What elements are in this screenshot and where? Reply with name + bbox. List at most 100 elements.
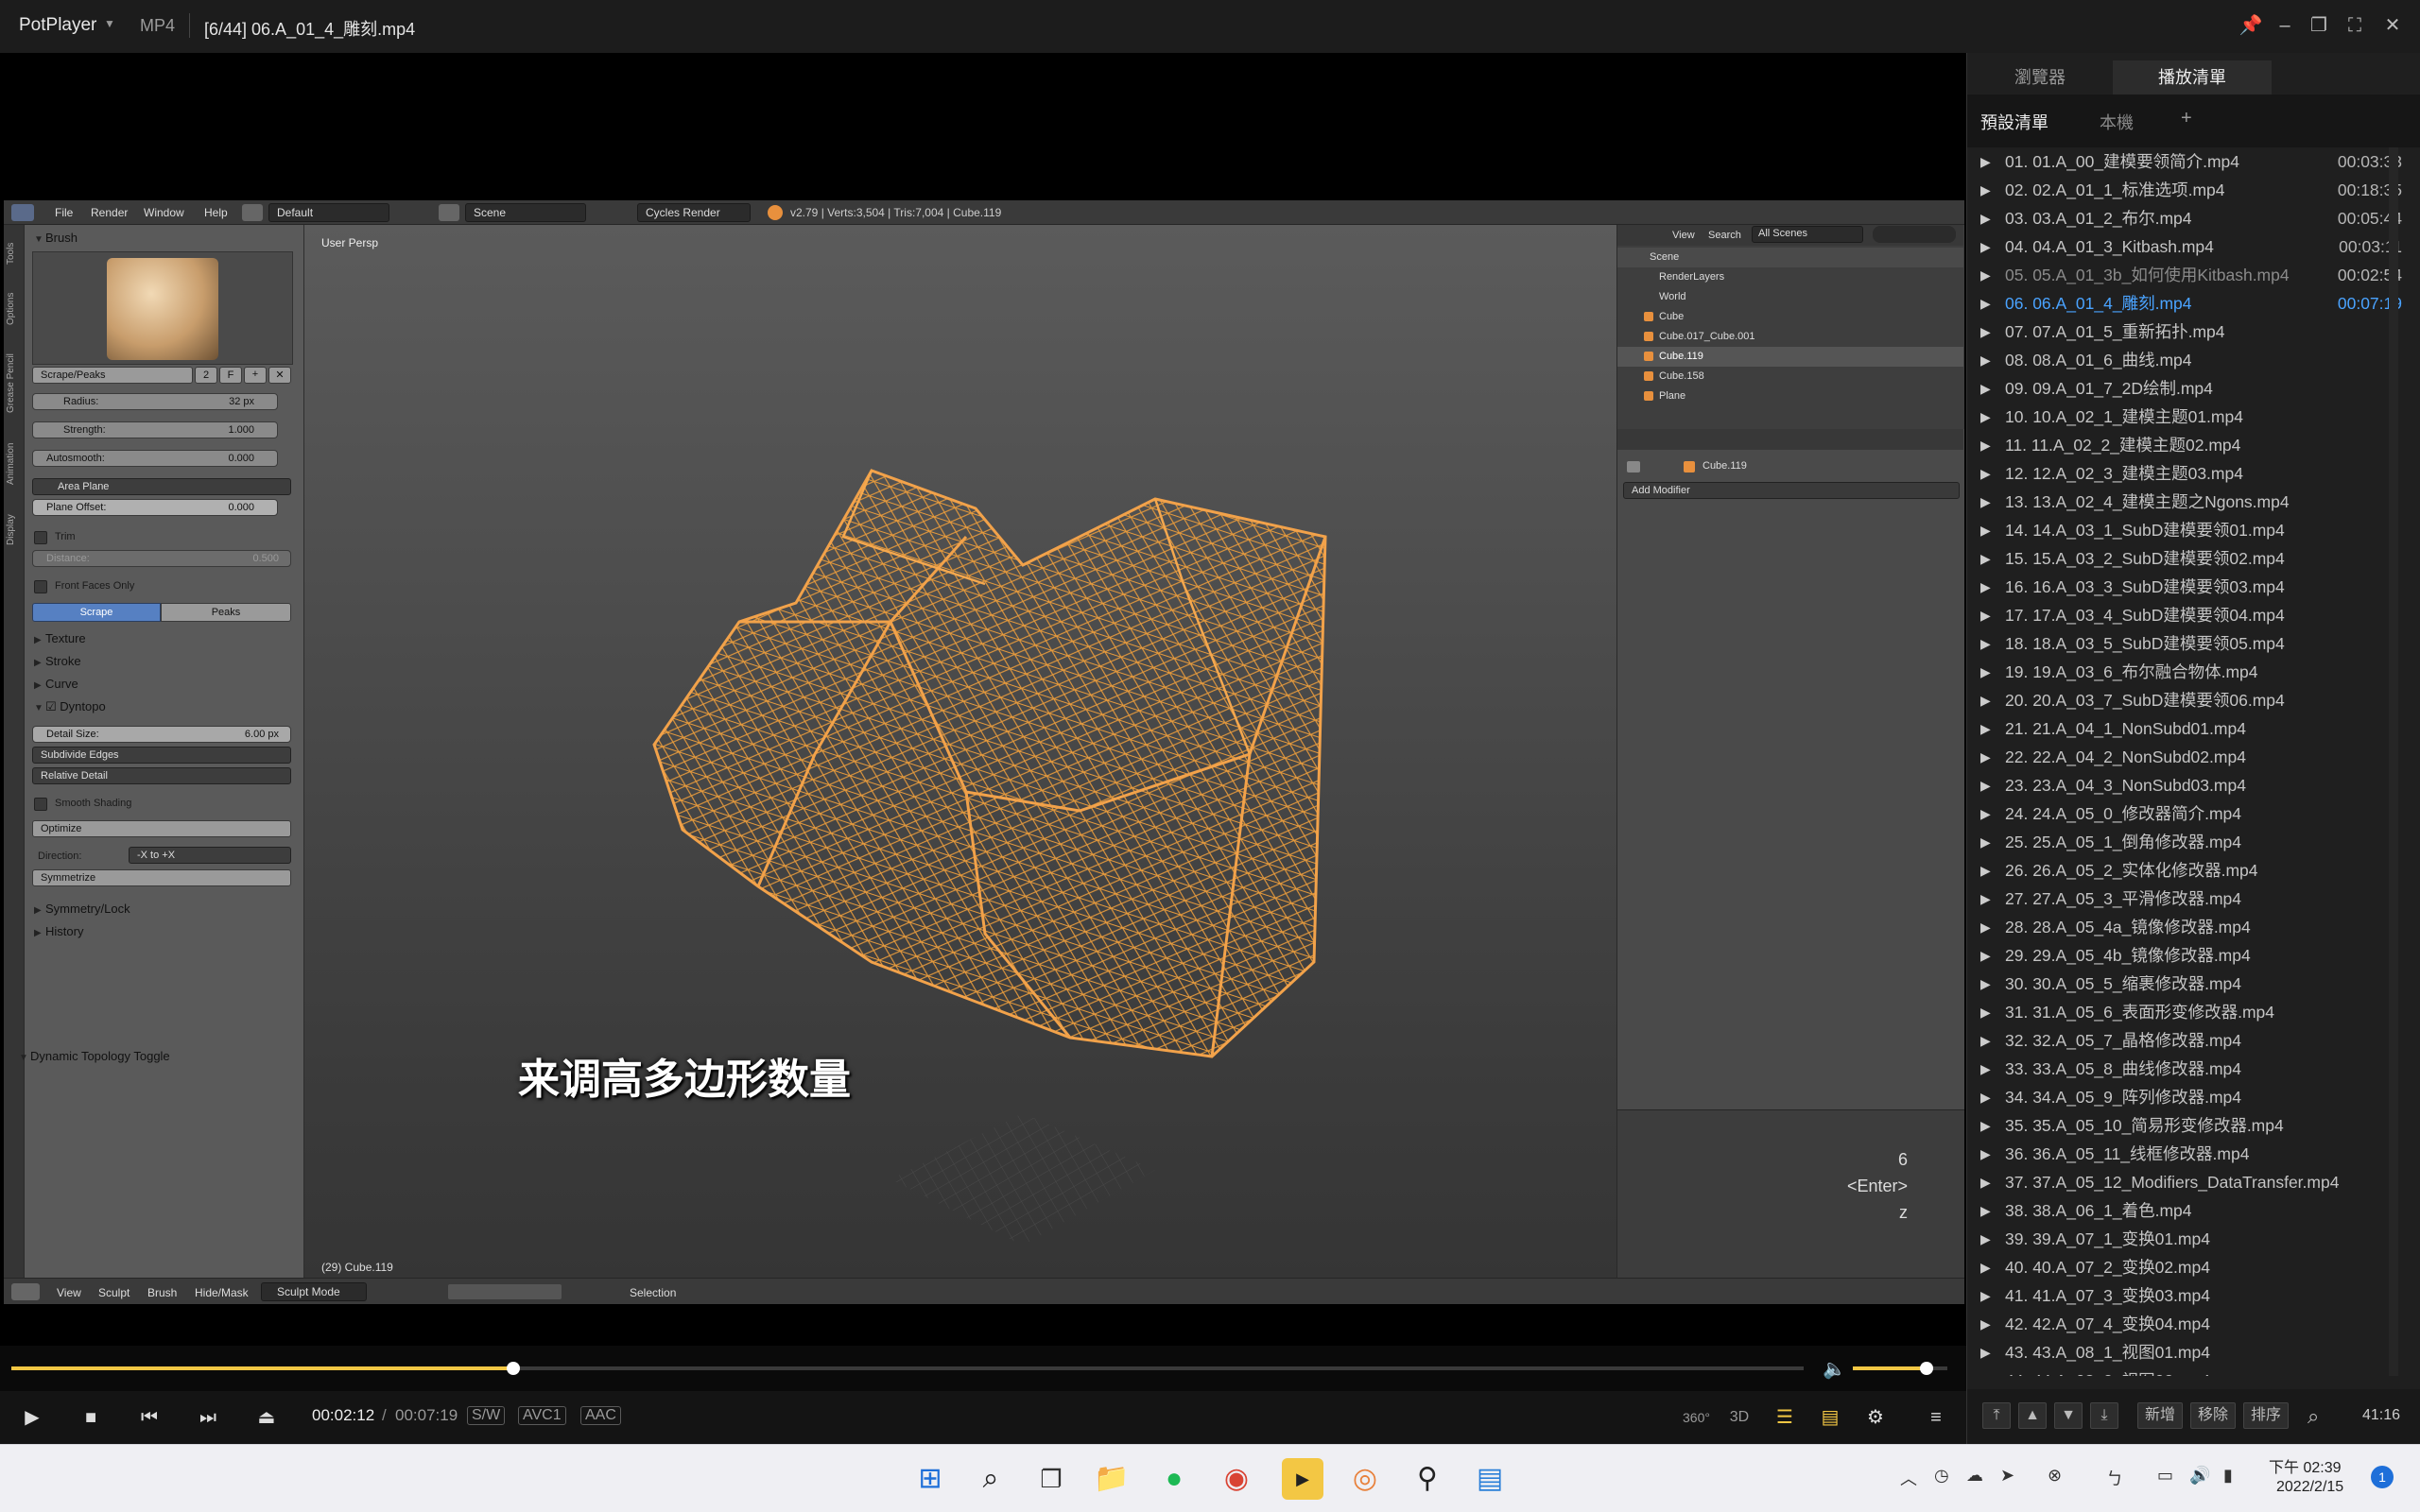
- chevron-down-icon[interactable]: ▼: [104, 17, 115, 30]
- playlist-item[interactable]: ▶ 12. 12.A_02_3_建模主题03.mp4: [1967, 459, 2402, 488]
- close-circle-icon[interactable]: ⊗: [2048, 1466, 2062, 1486]
- video-area[interactable]: File Render Window Help Default Scene Cy…: [0, 53, 1966, 1346]
- playlist-item[interactable]: ▶ 23. 23.A_04_3_NonSubd03.mp4: [1967, 771, 2402, 799]
- speaker-icon[interactable]: 🔊: [2189, 1466, 2210, 1486]
- clock-time[interactable]: 下午 02:39: [2269, 1454, 2342, 1477]
- move-top-icon[interactable]: ⤒: [1982, 1402, 2011, 1429]
- audio-codec-tag[interactable]: AAC: [580, 1406, 621, 1425]
- playlist-item[interactable]: ▶ 41. 41.A_07_3_变换03.mp4: [1967, 1281, 2402, 1310]
- playlist-item[interactable]: ▶ 11. 11.A_02_2_建模主题02.mp4: [1967, 431, 2402, 459]
- tab-default-list[interactable]: 預設清單: [1980, 110, 2048, 134]
- playlist-item[interactable]: ▶ 21. 21.A_04_1_NonSubd01.mp4: [1967, 714, 2402, 743]
- notepad-icon[interactable]: ▤: [1469, 1458, 1511, 1500]
- playlist-item[interactable]: ▶ 25. 25.A_05_1_倒角修改器.mp4: [1967, 828, 2402, 856]
- 3d-icon[interactable]: 3D: [1726, 1404, 1753, 1431]
- playlist-item[interactable]: ▶ 34. 34.A_05_9_阵列修改器.mp4: [1967, 1083, 2402, 1111]
- seek-handle[interactable]: [506, 1362, 520, 1375]
- fullscreen-button[interactable]: ⛶: [2339, 9, 2371, 42]
- search-icon[interactable]: ⌕: [970, 1458, 1011, 1500]
- play-icon[interactable]: ▶: [19, 1404, 45, 1431]
- playlist-item[interactable]: ▶ 08. 08.A_01_6_曲线.mp4: [1967, 346, 2402, 374]
- playlist-item[interactable]: ▶ 37. 37.A_05_12_Modifiers_DataTransfer.m…: [1967, 1168, 2402, 1196]
- playlist-item[interactable]: ▶ 29. 29.A_05_4b_镜像修改器.mp4: [1967, 941, 2402, 970]
- playlist-item[interactable]: ▶ 10. 10.A_02_1_建模主题01.mp4: [1967, 403, 2402, 431]
- gear-icon[interactable]: ⚙: [1862, 1404, 1889, 1431]
- potplayer-icon[interactable]: ▶: [1282, 1458, 1323, 1500]
- playlist-item[interactable]: ▶ 22. 22.A_04_2_NonSubd02.mp4: [1967, 743, 2402, 771]
- playlist-item[interactable]: ▶ 01. 01.A_00_建模要领简介.mp4 00:03:33: [1967, 147, 2402, 176]
- network-icon[interactable]: ▭: [2157, 1466, 2173, 1486]
- playlist-item[interactable]: ▶ 14. 14.A_03_1_SubD建模要领01.mp4: [1967, 516, 2402, 544]
- blender-icon[interactable]: ◎: [1344, 1458, 1386, 1500]
- sort-button[interactable]: 排序: [2243, 1402, 2289, 1429]
- file-explorer-icon[interactable]: 📁: [1091, 1458, 1132, 1500]
- video-codec-tag[interactable]: AVC1: [518, 1406, 566, 1425]
- move-bottom-icon[interactable]: ⤓: [2090, 1402, 2118, 1429]
- eject-icon[interactable]: ⏏: [253, 1404, 280, 1431]
- move-down-icon[interactable]: ▼: [2054, 1402, 2083, 1429]
- playlist-item[interactable]: ▶ 03. 03.A_01_2_布尔.mp4 00:05:44: [1967, 204, 2402, 232]
- tab-browser[interactable]: 瀏覽器: [1967, 60, 2113, 94]
- playlist-item[interactable]: ▶ 18. 18.A_03_5_SubD建模要领05.mp4: [1967, 629, 2402, 658]
- playlist-item[interactable]: ▶ 31. 31.A_05_6_表面形变修改器.mp4: [1967, 998, 2402, 1026]
- remove-button[interactable]: 移除: [2190, 1402, 2236, 1429]
- playlist-item[interactable]: ▶ 27. 27.A_05_3_平滑修改器.mp4: [1967, 885, 2402, 913]
- playlist-item[interactable]: ▶ 40. 40.A_07_2_变换02.mp4: [1967, 1253, 2402, 1281]
- playlist-item[interactable]: ▶ 30. 30.A_05_5_缩裹修改器.mp4: [1967, 970, 2402, 998]
- battery-icon[interactable]: ▮: [2223, 1466, 2233, 1486]
- playlist-item[interactable]: ▶ 24. 24.A_05_0_修改器简介.mp4: [1967, 799, 2402, 828]
- search-icon[interactable]: ⌕: [2308, 1404, 2319, 1429]
- playlist-item[interactable]: ▶ 32. 32.A_05_7_晶格修改器.mp4: [1967, 1026, 2402, 1055]
- menu-icon[interactable]: ≡: [1923, 1404, 1949, 1431]
- clock-date[interactable]: 2022/2/15: [2276, 1479, 2343, 1496]
- equalizer-search-icon[interactable]: ☰: [1772, 1404, 1798, 1431]
- task-view-icon[interactable]: ❐: [1030, 1458, 1072, 1500]
- playlist-item[interactable]: ▶ 15. 15.A_03_2_SubD建模要领02.mp4: [1967, 544, 2402, 573]
- playlist-item[interactable]: ▶ 38. 38.A_06_1_着色.mp4: [1967, 1196, 2402, 1225]
- current-time[interactable]: 00:02:12: [312, 1406, 374, 1425]
- playlist-item[interactable]: ▶ 26. 26.A_05_2_实体化修改器.mp4: [1967, 856, 2402, 885]
- chrome-icon[interactable]: ◉: [1216, 1458, 1257, 1500]
- playlist-item[interactable]: ▶ 09. 09.A_01_7_2D绘制.mp4: [1967, 374, 2402, 403]
- playlist-item[interactable]: ▶ 17. 17.A_03_4_SubD建模要领04.mp4: [1967, 601, 2402, 629]
- playlist-scrollbar[interactable]: [2389, 147, 2398, 1376]
- add-tab-button[interactable]: +: [2181, 108, 2192, 129]
- sw-decoder-tag[interactable]: S/W: [467, 1406, 506, 1425]
- navigation-icon[interactable]: ➤: [2000, 1466, 2014, 1486]
- playlist-item[interactable]: ▶ 02. 02.A_01_1_标准选项.mp4 00:18:35: [1967, 176, 2402, 204]
- playlist-item[interactable]: ▶ 05. 05.A_01_3b_如何使用Kitbash.mp4 00:02:54: [1967, 261, 2402, 289]
- playlist-item[interactable]: ▶ 33. 33.A_05_8_曲线修改器.mp4: [1967, 1055, 2402, 1083]
- sync-icon[interactable]: ◷: [1934, 1466, 1949, 1486]
- tab-playlist[interactable]: 播放清單: [2113, 60, 2272, 94]
- ime-icon[interactable]: ㄅ: [2106, 1466, 2123, 1490]
- playlist-item[interactable]: ▶ 16. 16.A_03_3_SubD建模要领03.mp4: [1967, 573, 2402, 601]
- playlist-item[interactable]: ▶ 20. 20.A_03_7_SubD建模要领06.mp4: [1967, 686, 2402, 714]
- playlist-item[interactable]: ▶ 04. 04.A_01_3_Kitbash.mp4 00:03:11: [1967, 232, 2402, 261]
- notification-badge[interactable]: 1: [2371, 1466, 2394, 1488]
- start-icon[interactable]: ⊞: [909, 1458, 951, 1500]
- playlist-item[interactable]: ▶ 36. 36.A_05_11_线框修改器.mp4: [1967, 1140, 2402, 1168]
- playlist-item[interactable]: ▶ 19. 19.A_03_6_布尔融合物体.mp4: [1967, 658, 2402, 686]
- add-button[interactable]: 新增: [2137, 1402, 2183, 1429]
- app-menu-button[interactable]: PotPlayer: [19, 15, 96, 36]
- playlist-item[interactable]: ▶ 43. 43.A_08_1_视图01.mp4: [1967, 1338, 2402, 1366]
- playlist-item[interactable]: ▶ 42. 42.A_07_4_变换04.mp4: [1967, 1310, 2402, 1338]
- playlist-item[interactable]: ▶ 35. 35.A_05_10_简易形变修改器.mp4: [1967, 1111, 2402, 1140]
- cloud-icon[interactable]: ☁: [1966, 1466, 1983, 1486]
- spotify-icon[interactable]: ●: [1153, 1458, 1195, 1500]
- playlist-item[interactable]: ▶ 28. 28.A_05_4a_镜像修改器.mp4: [1967, 913, 2402, 941]
- next-icon[interactable]: ⏭: [195, 1404, 221, 1431]
- magnifier-app-icon[interactable]: ⚲: [1407, 1458, 1448, 1500]
- tab-local[interactable]: 本機: [2100, 110, 2134, 134]
- close-button[interactable]: ✕: [2377, 9, 2409, 42]
- playlist-item[interactable]: ▶ 44. 44.A_08_2_视图02.mp4: [1967, 1366, 2402, 1376]
- 360-icon[interactable]: 360°: [1683, 1404, 1710, 1431]
- chevron-up-icon[interactable]: ︿: [1900, 1466, 1917, 1490]
- stop-icon[interactable]: ■: [78, 1404, 104, 1431]
- mini-mode-button[interactable]: ❐: [2303, 9, 2335, 42]
- minimize-button[interactable]: –: [2269, 9, 2301, 42]
- playlist-item[interactable]: ▶ 07. 07.A_01_5_重新拓扑.mp4: [1967, 318, 2402, 346]
- volume-icon[interactable]: 🔈: [1823, 1357, 1846, 1381]
- previous-icon[interactable]: ⏮: [136, 1404, 163, 1431]
- playlist-item[interactable]: ▶ 13. 13.A_02_4_建模主题之Ngons.mp4: [1967, 488, 2402, 516]
